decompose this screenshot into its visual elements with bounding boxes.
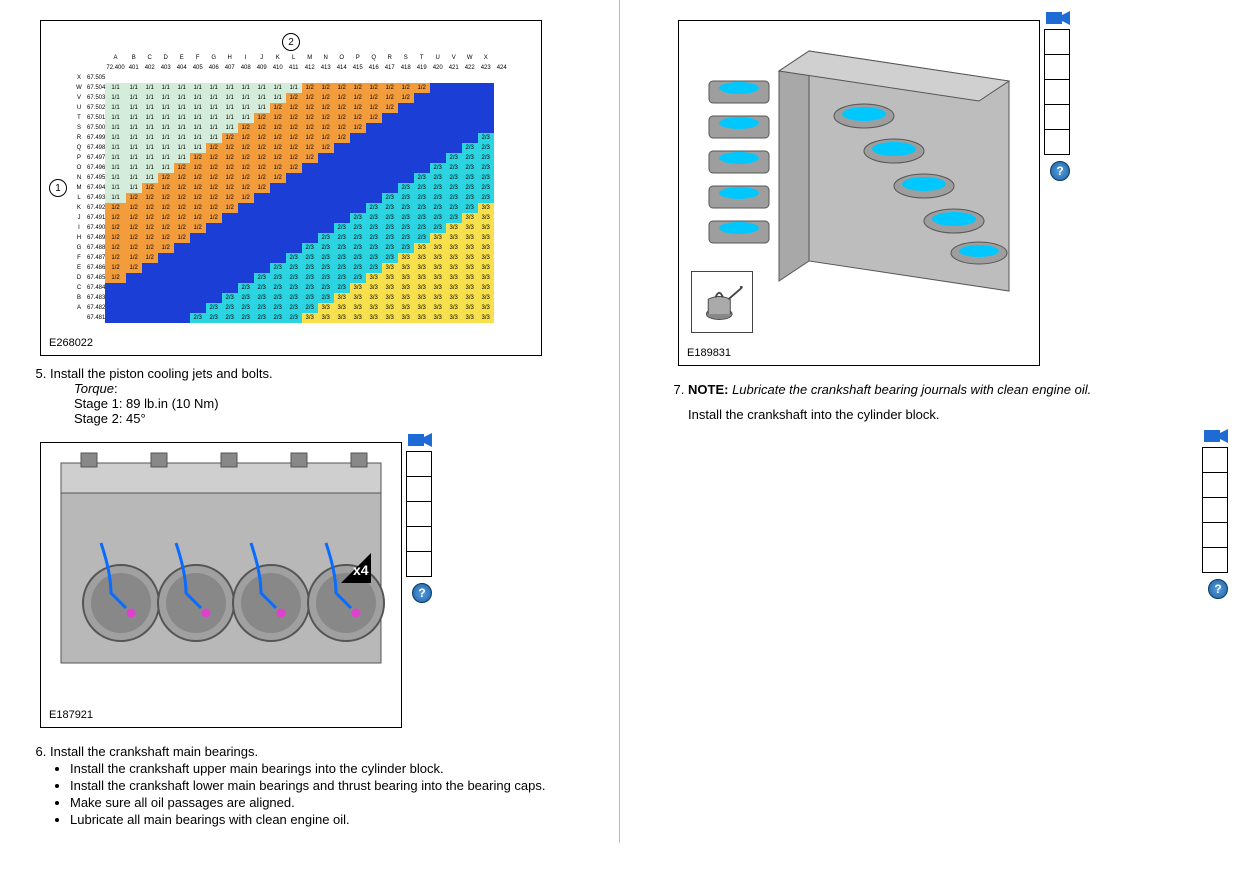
- figure-id: E189831: [679, 341, 1039, 365]
- help-icon[interactable]: ?: [412, 583, 432, 603]
- thumb-slot[interactable]: [406, 501, 432, 527]
- step-6: Install the crankshaft main bearings. In…: [20, 744, 590, 827]
- thumb-slot[interactable]: [1044, 79, 1070, 105]
- x4-label: x4: [353, 562, 369, 578]
- page-right: E189831 ? NOTE: Lubricate the crankshaft…: [638, 0, 1238, 843]
- step-5: Install the piston cooling jets and bolt…: [20, 366, 590, 426]
- camera-icon[interactable]: [1204, 428, 1228, 444]
- thumb-slot[interactable]: [1202, 472, 1228, 498]
- camera-icon[interactable]: [408, 432, 432, 448]
- step-7-title: Install the crankshaft into the cylinder…: [688, 407, 939, 422]
- engine-block-front-illustration: x4: [41, 443, 401, 703]
- step-6-bullet: Make sure all oil passages are aligned.: [70, 795, 590, 810]
- thumbnail-strip: ?: [406, 432, 432, 603]
- oil-can-inset: [691, 271, 753, 333]
- stage-1: Stage 1: 89 lb.in (10 Nm): [74, 396, 590, 411]
- selection-chart-grid: ABCDEFGHIJKLMNOPQRSTUVWX72.4004014024034…: [71, 53, 510, 323]
- thumbnail-strip: ?: [1044, 10, 1070, 181]
- stage-2: Stage 2: 45°: [74, 411, 590, 426]
- step-5-title: Install the piston cooling jets and bolt…: [50, 366, 273, 381]
- thumb-slot[interactable]: [1044, 129, 1070, 155]
- thumb-slot[interactable]: [406, 451, 432, 477]
- oil-can-icon: [699, 279, 745, 325]
- piston-jets-figure: x4 E187921: [40, 442, 402, 728]
- thumb-slot[interactable]: [1202, 497, 1228, 523]
- thumb-slot[interactable]: [1202, 547, 1228, 573]
- main-bearings-figure: E189831: [678, 20, 1040, 366]
- thumb-slot[interactable]: [1044, 29, 1070, 55]
- selection-chart-figure: 2 1 ABCDEFGHIJKLMNOPQRSTUVWX72.400401402…: [40, 20, 542, 356]
- help-icon[interactable]: ?: [1050, 161, 1070, 181]
- step-6-title: Install the crankshaft main bearings.: [50, 744, 258, 759]
- figure-id: E268022: [41, 331, 541, 355]
- thumbnail-strip: ?: [1202, 428, 1228, 599]
- torque-label: Torque: [74, 381, 114, 396]
- thumb-slot[interactable]: [406, 526, 432, 552]
- note-label: NOTE:: [688, 382, 728, 397]
- step-7: NOTE: Lubricate the crankshaft bearing j…: [658, 382, 1228, 422]
- thumb-slot[interactable]: [1202, 522, 1228, 548]
- thumb-slot[interactable]: [1044, 54, 1070, 80]
- page-left: 2 1 ABCDEFGHIJKLMNOPQRSTUVWX72.400401402…: [0, 0, 600, 843]
- thumb-slot[interactable]: [1044, 104, 1070, 130]
- figure-id: E187921: [41, 703, 401, 727]
- page-divider: [600, 0, 638, 843]
- thumb-slot[interactable]: [1202, 447, 1228, 473]
- thumb-slot[interactable]: [406, 476, 432, 502]
- callout-1: 1: [49, 179, 67, 197]
- step-6-bullet: Install the crankshaft lower main bearin…: [70, 778, 590, 793]
- note-body: Lubricate the crankshaft bearing journal…: [732, 382, 1091, 397]
- thumb-slot[interactable]: [406, 551, 432, 577]
- step-6-bullet: Lubricate all main bearings with clean e…: [70, 812, 590, 827]
- camera-icon[interactable]: [1046, 10, 1070, 26]
- callout-2: 2: [282, 33, 300, 51]
- help-icon[interactable]: ?: [1208, 579, 1228, 599]
- step-6-bullet: Install the crankshaft upper main bearin…: [70, 761, 590, 776]
